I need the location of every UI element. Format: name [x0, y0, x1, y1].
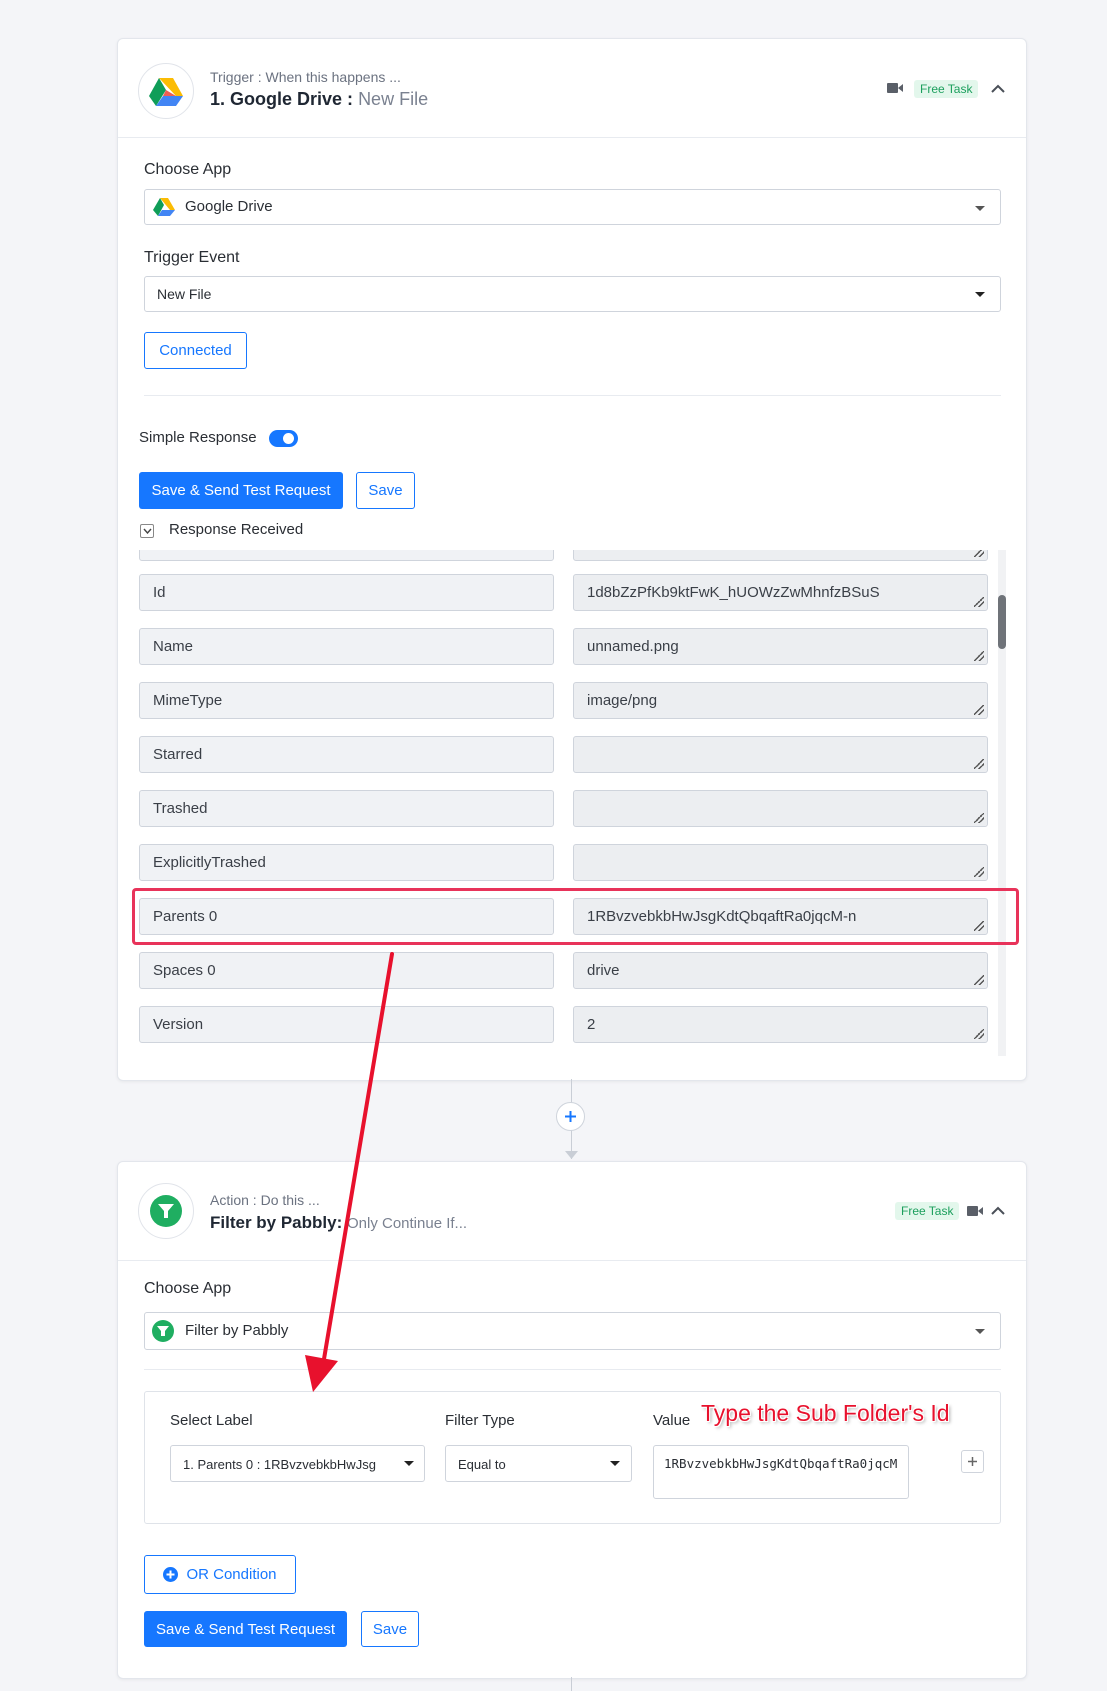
annotation-arrow — [305, 952, 394, 1392]
